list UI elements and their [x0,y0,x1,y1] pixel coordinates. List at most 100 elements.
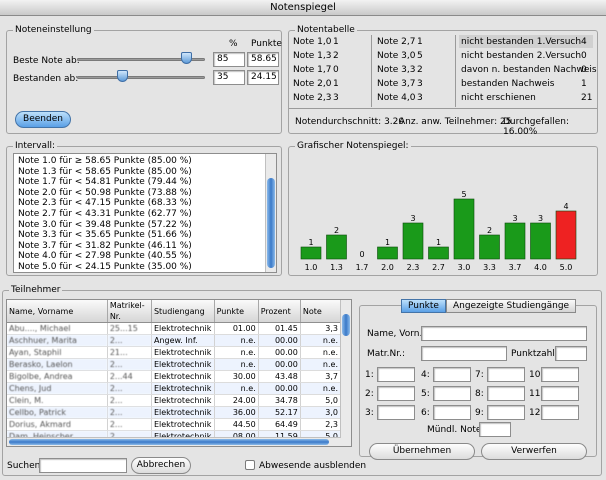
grade-table-label: Note 2,3 [293,93,332,103]
table-row[interactable]: Cellbo, Patrick 2... Elektrotechnik 36.00 52… [7,406,342,419]
points-input[interactable] [555,346,587,361]
oral-grade-input[interactable] [479,422,511,437]
table-row[interactable]: Aschhuer, Marita 2... Angew. Inf. n.e. 00.00… [7,334,342,347]
interval-row[interactable]: Note 1.3 für < 58.65 Punkte (85.00 %) [14,167,276,178]
bar-4.0 [530,222,551,260]
column-header[interactable]: Note [300,300,342,323]
interval-row[interactable]: Note 1.7 für < 54.81 Punkte (79.44 %) [14,177,276,188]
grade-table-count: 3 [417,93,423,103]
task-points-input[interactable] [377,405,415,420]
grade-table-count: 3 [333,93,339,103]
table-cell: Elektrotechnik [151,394,215,407]
pass-grade-label: Bestanden ab: [13,74,79,84]
table-row[interactable]: Dorius, Akmard 2... Elektrotechnik 44.50 64.… [7,418,342,431]
table-cell: 2...44 [107,370,152,383]
table-cell: 5,0 [300,394,342,407]
notentabelle-title: Notentabelle [295,25,357,36]
table-cell: 2... [107,394,152,407]
bar-2.3 [402,222,424,260]
task-points-input[interactable] [541,405,579,420]
best-points-field[interactable]: 58.65 [247,52,279,67]
task-label: 5: [421,389,430,399]
table-row[interactable]: Berasko, Laelon 2... Elektrotechnik n.e. 00.… [7,358,342,371]
interval-scrollbar[interactable] [265,154,276,272]
finish-button[interactable]: Beenden [15,111,71,128]
summary-divider [289,108,597,109]
table-cell: n.e. [300,382,342,395]
pass-points-field[interactable]: 24.15 [247,70,279,85]
column-header[interactable]: Prozent [258,300,301,323]
table-row[interactable]: Clein, M. 2... Elektrotechnik 24.00 34.78 5,0 [7,394,342,407]
interval-scroll-thumb[interactable] [267,178,275,268]
interval-row[interactable]: Note 3.7 für < 31.82 Punkte (46.11 %) [14,241,276,252]
bar-category-label: 2.0 [381,263,394,272]
cancel-button[interactable]: Abbrechen [131,457,191,474]
grade-table-label: Note 2,7 [377,37,416,47]
interval-list[interactable]: Note 1.0 für ≥ 58.65 Punkte (85.00 %) Not… [13,153,277,273]
failed-rate: Durchgefallen: 16.00% [503,117,569,137]
bar-5.0 [555,210,577,260]
bar-value-label: 3 [512,214,517,223]
interval-row[interactable]: Note 3.3 für < 35.65 Punkte (51.66 %) [14,230,276,241]
column-header[interactable]: Punkte [214,300,259,323]
task-label: 8: [475,389,484,399]
task-points-input[interactable] [487,367,525,382]
task-label: 3: [365,408,374,418]
interval-row[interactable]: Note 3.0 für < 39.48 Punkte (57.22 %) [14,220,276,231]
interval-row[interactable]: Note 2.7 für < 43.31 Punkte (62.77 %) [14,209,276,220]
apply-button[interactable]: Übernehmen [369,443,475,460]
table-row[interactable]: Ayan, Staphil 21... Elektrotechnik n.e. 00.0… [7,346,342,359]
interval-row[interactable]: Note 4.0 für < 27.98 Punkte (40.55 %) [14,251,276,262]
interval-row[interactable]: Note 2.0 für < 50.98 Punkte (73.88 %) [14,188,276,199]
notentabelle-group: Notentabelle Note 1,0 1 Note 1,3 2 Note 1,7 0… [288,25,598,137]
table-cell: 64.49 [258,418,301,431]
pass-grade-slider[interactable] [77,76,205,79]
search-input[interactable] [39,458,127,473]
task-points-input[interactable] [433,367,471,382]
bar-3.3 [479,234,500,260]
table-row[interactable]: Bigolbe, Andrea 2...44 Elektrotechnik 30.00… [7,370,342,383]
bar-2.7 [428,246,449,260]
column-header[interactable]: Studiengang [151,300,215,323]
task-points-input[interactable] [377,367,415,382]
table-cell: Chens, Jud [7,382,108,395]
task-label: 4: [421,370,430,380]
pass-grade-slider-knob[interactable] [116,70,128,82]
table-cell: Elektrotechnik [151,418,215,431]
table-vscroll-thumb[interactable] [342,314,350,336]
matr-label: Matr.Nr.: [367,349,406,359]
task-points-input[interactable] [433,405,471,420]
table-hscroll-thumb[interactable] [9,439,329,445]
grade-table-label: Note 2,0 [293,79,332,89]
task-points-input[interactable] [433,386,471,401]
table-cell: 36.00 [214,406,259,419]
participant-table[interactable]: Name, Vorname Matrikel-Nr. Studiengang Punk… [7,300,342,446]
tab-studiengaenge[interactable]: Angezeigte Studiengänge [445,299,577,313]
column-header[interactable]: Name, Vorname [7,300,108,323]
task-points-input[interactable] [377,386,415,401]
table-cell: 2... [107,418,152,431]
task-points-input[interactable] [541,367,579,382]
matr-input[interactable] [421,346,507,361]
pass-percent-field[interactable]: 35 [213,70,245,85]
table-vertical-scrollbar[interactable] [340,300,351,446]
interval-row[interactable]: Note 1.0 für ≥ 58.65 Punkte (85.00 %) [14,156,276,167]
column-divider [455,35,456,107]
best-grade-slider-knob[interactable] [180,52,192,64]
hide-absent-checkbox[interactable] [245,460,255,470]
tab-punkte[interactable]: Punkte [401,299,446,313]
discard-button[interactable]: Verwerfen [481,443,587,460]
table-row[interactable]: Abu...., Michael 25...15 Elektrotechnik 01.… [7,322,342,335]
task-points-input[interactable] [487,386,525,401]
table-cell: Elektrotechnik [151,406,215,419]
interval-row[interactable]: Note 5.0 für < 24.15 Punkte (35.00 %) [14,262,276,272]
grade-table-count: 0 [581,65,587,75]
table-horizontal-scrollbar[interactable] [7,437,341,446]
interval-row[interactable]: Note 2.3 für < 47.15 Punkte (68.33 %) [14,198,276,209]
task-points-input[interactable] [541,386,579,401]
task-points-input[interactable] [487,405,525,420]
name-input[interactable] [421,326,587,341]
table-row[interactable]: Chens, Jud 2... Elektrotechnik n.e. 00.00 n.e… [7,382,342,395]
column-header[interactable]: Matrikel-Nr. [107,300,152,323]
best-percent-field[interactable]: 85 [213,52,245,67]
